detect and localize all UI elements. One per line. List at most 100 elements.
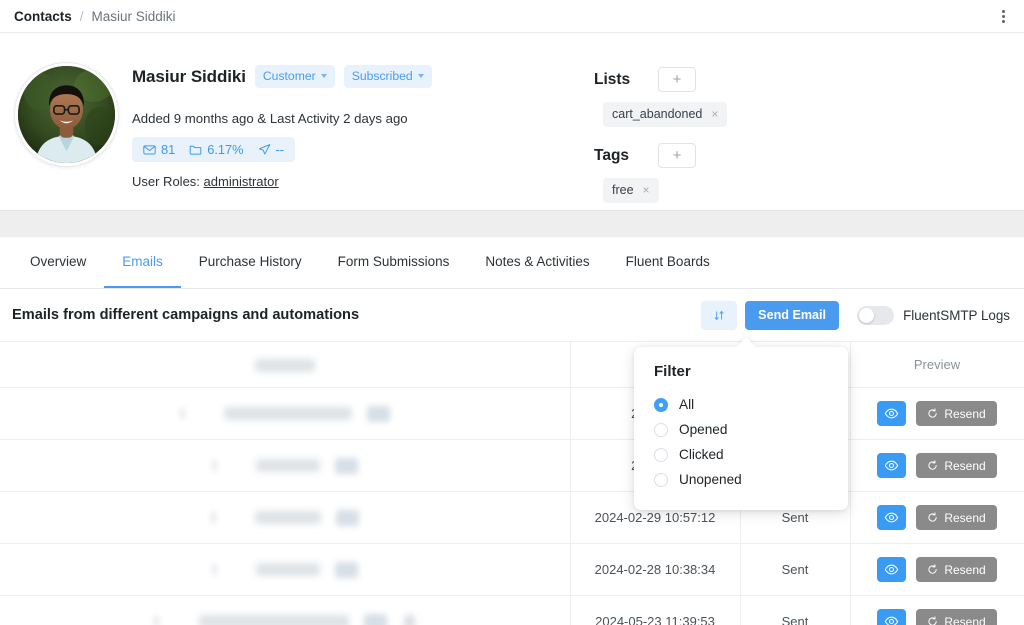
resend-label: Resend: [944, 458, 986, 473]
preview-email-button[interactable]: [877, 505, 907, 531]
resend-email-button[interactable]: Resend: [916, 505, 997, 531]
click-rate-stat[interactable]: --: [258, 142, 285, 157]
redacted-campaign-name: [255, 511, 322, 525]
radio-icon: [654, 447, 668, 462]
list-chip[interactable]: cart_abandoned ×: [603, 102, 728, 127]
breadcrumb-root[interactable]: Contacts: [14, 9, 72, 24]
list-chip-label: cart_abandoned: [612, 107, 703, 121]
chevron-down-icon: [417, 74, 424, 78]
tab-form-submissions[interactable]: Form Submissions: [320, 237, 468, 288]
tab-overview[interactable]: Overview: [12, 237, 104, 288]
eye-icon: [885, 460, 899, 471]
cell-date: 2024-02-28 10:38:34: [570, 543, 741, 597]
fluentsmtp-logs-label: FluentSMTP Logs: [903, 307, 1010, 323]
preview-email-button[interactable]: [877, 401, 907, 427]
send-email-button[interactable]: Send Email: [745, 300, 840, 330]
subscription-status-label: Subscribed: [351, 69, 413, 83]
cell-campaign: [0, 595, 571, 625]
redacted-campaign-badge: [363, 613, 387, 625]
filter-title: Filter: [654, 363, 691, 380]
table-row[interactable]: 2024-02-28 10:38:34 Sent Resend: [0, 543, 1024, 597]
breadcrumb-current: Masiur Siddiki: [91, 8, 176, 24]
customer-status-badge[interactable]: Customer: [254, 65, 335, 88]
add-list-button[interactable]: +: [658, 67, 696, 92]
header-campaign: [0, 342, 571, 389]
avatar-container: [0, 55, 132, 210]
resend-email-button[interactable]: Resend: [916, 557, 997, 583]
click-rate-value: --: [275, 142, 285, 157]
emails-toolbar: Emails from different campaigns and auto…: [0, 289, 1024, 341]
filter-option-clicked[interactable]: Clicked: [654, 442, 848, 467]
more-options-icon[interactable]: [994, 7, 1012, 25]
tag-chip[interactable]: free ×: [603, 178, 659, 203]
tab-notes-activities[interactable]: Notes & Activities: [467, 237, 607, 288]
cell-actions: Resend: [850, 387, 1024, 441]
eye-icon: [885, 564, 899, 575]
redacted-campaign-badge: [334, 457, 358, 474]
table-row[interactable]: 2024-08 Sent: [0, 387, 1024, 441]
breadcrumb-bar: Contacts / Masiur Siddiki: [0, 0, 1024, 33]
eye-icon: [885, 616, 899, 625]
emails-table: Date Preview 2024-08 Sent: [0, 342, 1024, 625]
filter-option-all[interactable]: All: [654, 392, 848, 417]
preview-email-button[interactable]: [877, 609, 907, 625]
eye-icon: [885, 408, 899, 419]
redacted-row-handle: [154, 616, 160, 625]
user-role-link[interactable]: administrator: [204, 174, 279, 189]
radio-icon: [654, 472, 668, 487]
redacted-campaign-name: [256, 459, 321, 473]
tags-header: Tags +: [594, 143, 1024, 168]
preview-email-button[interactable]: [877, 453, 907, 479]
refresh-icon: [928, 616, 937, 625]
avatar: [14, 63, 118, 166]
refresh-icon: [928, 460, 937, 470]
lists-chip-row: cart_abandoned ×: [603, 102, 1024, 127]
filter-option-label: Unopened: [679, 472, 742, 487]
filter-option-opened[interactable]: Opened: [654, 417, 848, 442]
fluentsmtp-logs-toggle[interactable]: [857, 305, 895, 325]
table-row[interactable]: 2024-05-23 11:39:53 Sent Resend: [0, 595, 1024, 625]
redacted-row-handle: [210, 512, 216, 524]
refresh-icon: [928, 564, 937, 574]
cell-actions: Resend: [850, 439, 1024, 493]
cell-actions: Resend: [850, 491, 1024, 545]
redacted-campaign-badge: [334, 561, 358, 578]
table-row[interactable]: 2024-03 Sent: [0, 439, 1024, 493]
resend-email-button[interactable]: Resend: [916, 453, 997, 479]
refresh-icon: [928, 512, 937, 522]
filter-option-unopened[interactable]: Unopened: [654, 467, 848, 492]
resend-email-button[interactable]: Resend: [916, 609, 997, 625]
table-row[interactable]: 2024-02-29 10:57:12 Sent Resend: [0, 491, 1024, 545]
resend-label: Resend: [944, 510, 986, 525]
resend-email-button[interactable]: Resend: [916, 401, 997, 427]
redacted-row-handle: [179, 408, 185, 420]
sort-arrows-icon: [714, 310, 724, 320]
fluentsmtp-logs-toggle-group: FluentSMTP Logs: [857, 305, 1010, 325]
preview-email-button[interactable]: [877, 557, 907, 583]
lists-title: Lists: [594, 70, 631, 88]
tab-purchase-history[interactable]: Purchase History: [181, 237, 320, 288]
cell-campaign: [0, 491, 571, 545]
add-tag-button[interactable]: +: [658, 143, 696, 168]
tab-fluent-boards[interactable]: Fluent Boards: [608, 237, 728, 288]
remove-list-icon[interactable]: ×: [711, 108, 718, 120]
contact-profile-header: Masiur Siddiki Customer Subscribed Added…: [0, 33, 1024, 210]
user-roles-label: User Roles:: [132, 174, 200, 189]
redacted-row-handle: [211, 564, 217, 576]
filter-popover: Filter All Opened Clicked Unopened: [634, 347, 848, 510]
tab-emails[interactable]: Emails: [104, 237, 181, 288]
redacted-header-text: [254, 359, 315, 373]
refresh-icon: [928, 408, 937, 418]
tag-chip-label: free: [612, 183, 634, 197]
open-rate-stat[interactable]: 6.17%: [189, 142, 244, 157]
remove-tag-icon[interactable]: ×: [643, 184, 650, 196]
contact-tabs: Overview Emails Purchase History Form Su…: [0, 237, 1024, 289]
email-count-stat[interactable]: 81: [143, 142, 175, 157]
filter-option-label: Opened: [679, 422, 728, 437]
tags-title: Tags: [594, 146, 630, 164]
cell-campaign: [0, 439, 571, 493]
sort-filter-button[interactable]: [701, 300, 738, 330]
cell-campaign: [0, 387, 571, 441]
subscription-status-badge[interactable]: Subscribed: [343, 65, 432, 88]
envelope-icon: [143, 145, 156, 155]
